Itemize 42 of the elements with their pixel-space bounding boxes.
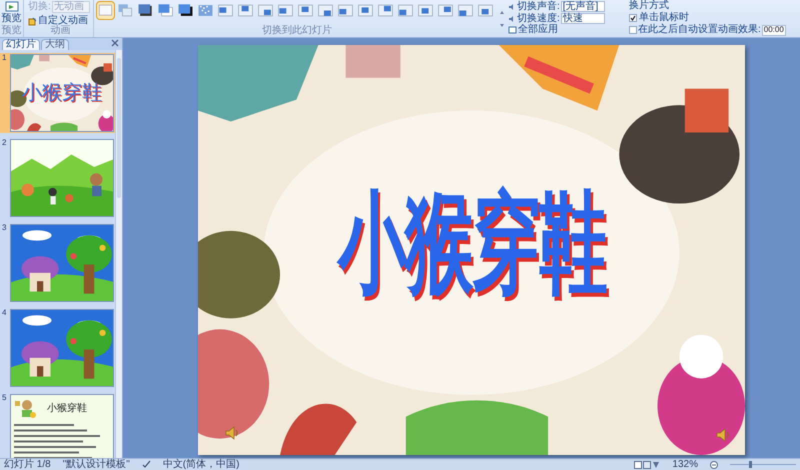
group-label: 预览 (2, 26, 22, 36)
time-field[interactable]: 00:00 (762, 24, 786, 36)
preview-button[interactable]: 预览 (2, 0, 22, 24)
field-label: 切换声音: (517, 2, 560, 12)
close-icon[interactable] (111, 39, 119, 47)
zoom-out-icon[interactable] (710, 460, 718, 468)
theme-name: "默认设计模板" (62, 460, 130, 470)
view-buttons-icon[interactable] (634, 460, 660, 468)
slide-number: 3 (2, 224, 8, 232)
checkbox[interactable] (629, 26, 637, 34)
slide-thumbnail-row[interactable]: 1 小猴穿鞋 (0, 53, 115, 133)
checkbox[interactable] (629, 14, 637, 22)
slide-counter: 幻灯片 1/8 (4, 460, 51, 470)
speaker-icon[interactable] (715, 427, 731, 443)
speaker-icon[interactable] (224, 425, 240, 441)
speed-dropdown[interactable]: 快速 (560, 13, 605, 24)
sound-dropdown[interactable]: [无声音] (560, 1, 605, 12)
slide-number: 5 (2, 394, 8, 402)
slide-title: 小猴穿鞋 (337, 188, 606, 298)
pane-tab[interactable]: 幻灯片 (2, 39, 40, 50)
pane-tab[interactable]: 大纲 (41, 39, 69, 50)
slide-title: 小猴穿鞋 (22, 83, 102, 103)
slide-number: 2 (2, 139, 8, 147)
checkbox-label: 在此之后自动设置动画效果: (638, 25, 761, 35)
field-label: 切换速度: (517, 14, 560, 24)
slide-title: 小猴穿鞋 (47, 404, 87, 414)
checkbox-label: 单击鼠标时 (639, 12, 689, 22)
zoom-level: 132% (672, 460, 698, 470)
preview-icon (4, 1, 18, 13)
group-label: 动画 (50, 26, 70, 36)
apply-icon (508, 26, 517, 34)
slide-number: 4 (2, 309, 8, 317)
apply-all-button[interactable]: 全部应用 (508, 25, 626, 35)
group-label: 切换到此幻灯片 (262, 26, 332, 36)
spellcheck-icon[interactable] (142, 460, 151, 469)
animation-icon (28, 16, 37, 26)
slide-number: 1 (2, 54, 8, 62)
custom-animation-button[interactable]: 自定义动画 (28, 16, 93, 26)
language-label: 中文(简体，中国) (162, 460, 240, 470)
scrollbar[interactable] (115, 50, 122, 458)
field-label: 切换: (28, 2, 51, 12)
slider-thumb[interactable] (748, 461, 752, 468)
